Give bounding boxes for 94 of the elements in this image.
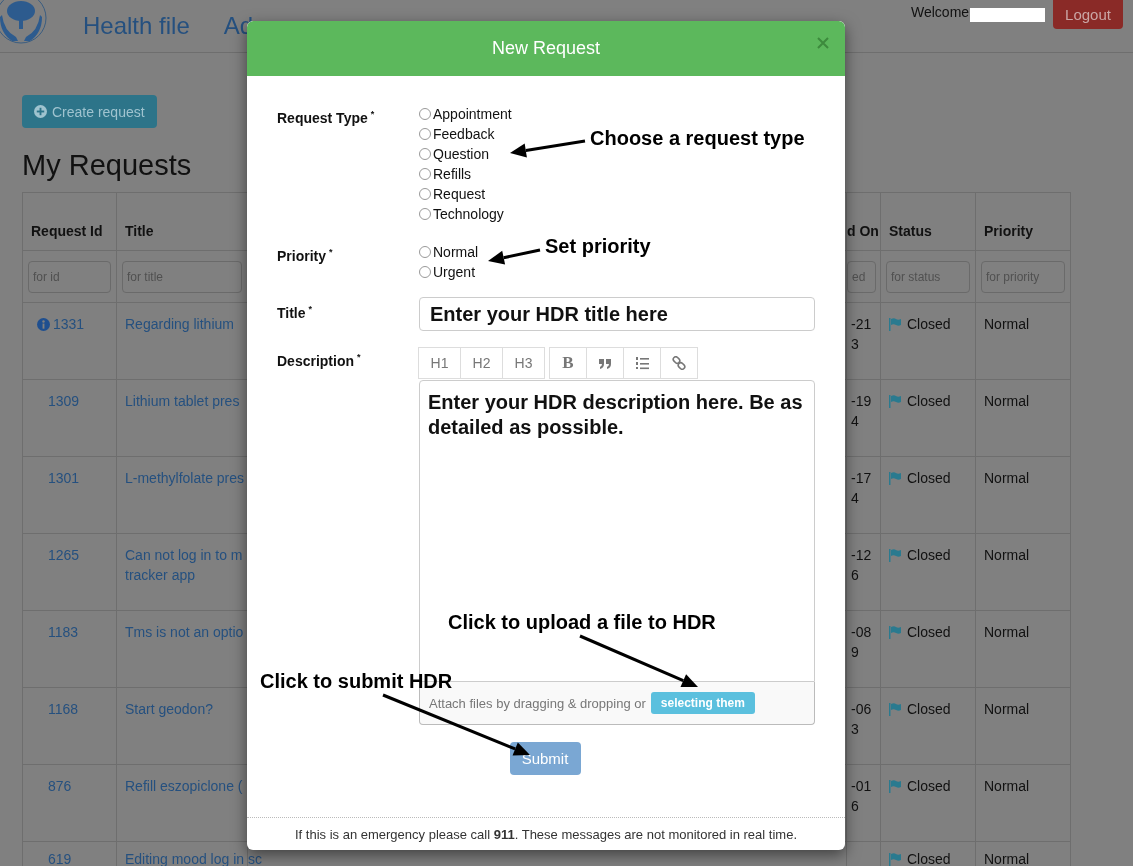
link-icon [672,356,686,370]
dialog-title: New Request [491,38,601,59]
heading-button[interactable]: H2 [460,347,503,379]
date-fragment: -12 [851,546,872,565]
request-title-link[interactable]: Editing mood log in sc [125,852,262,866]
radio-option[interactable]: Feedback [419,124,495,144]
select-files-button[interactable]: selecting them [650,692,755,714]
logo-icon [0,0,48,45]
radio-option[interactable]: Technology [419,204,504,224]
request-id[interactable]: 619 [48,852,72,866]
page-heading: My Requests [22,148,192,183]
request-title-link[interactable]: Can not log in to m [125,545,243,565]
radio-option[interactable]: Request [419,184,486,204]
field-label: Priority $^{*}$ [277,246,334,266]
request-title-link[interactable]: Start geodon? [125,699,213,719]
list-icon [635,356,649,370]
date-fragment: 3 [851,720,859,739]
annotation-text: Click to upload a file to HDR [448,611,716,634]
link-button[interactable] [660,347,698,379]
status-text: Closed [907,700,951,719]
priority-text: Normal [984,623,1030,642]
request-id[interactable]: 1168 [48,699,79,719]
status-text: Closed [907,315,951,334]
flag-icon [889,852,902,866]
request-id[interactable]: 1331 [53,314,85,334]
field-label: Request Type $^{*}$ [277,108,376,128]
date-fragment: -19 [851,392,872,411]
flag-icon [889,779,902,793]
priority-text: Normal [984,392,1030,411]
plus-circle-icon [34,105,47,118]
request-title-link[interactable]: tracker app [125,565,196,585]
flag-icon [889,625,902,639]
create-request-button[interactable]: Create request [22,95,157,128]
request-id[interactable]: 1183 [48,622,79,642]
column-header: Title [125,223,154,239]
flag-icon [889,471,902,485]
column-header: Request Id [31,223,103,239]
date-fragment: -17 [851,469,872,488]
priority-text: Normal [984,700,1030,719]
column-header: d On [847,223,879,239]
annotation-arrow [488,248,541,265]
annotation-text: Choose a request type [590,127,805,150]
quote-button[interactable] [586,347,624,379]
logout-button[interactable]: Logout [1053,0,1123,29]
annotation-text: Set priority [545,235,651,258]
status-text: Closed [907,469,951,488]
priority-text: Normal [984,469,1030,488]
field-label: Title $^{*}$ [277,303,314,323]
request-id[interactable]: 876 [48,776,72,796]
heading-button[interactable]: H3 [502,347,545,379]
radio-option[interactable]: Urgent [419,262,476,282]
priority-text: Normal [984,777,1030,796]
radio-option[interactable]: Refills [419,164,472,184]
emergency-notice: If this is an emergency please call 911. These messages are not monitored in real time. [295,826,797,842]
submit-button[interactable]: Submit [509,742,581,775]
date-fragment: 6 [851,566,859,585]
title-field[interactable]: Enter your HDR title here [419,297,815,331]
radio-option[interactable]: Question [419,144,490,164]
date-fragment: -06 [851,700,872,719]
status-text: Closed [907,392,951,411]
date-fragment: 3 [851,335,859,354]
priority-text: Normal [984,315,1030,334]
bold-button[interactable]: B [549,347,587,379]
date-fragment: 4 [851,412,859,431]
flag-icon [889,702,902,716]
heading-button[interactable]: H1 [418,347,461,379]
date-fragment: -21 [851,315,872,334]
field-label: Description $^{*}$ [277,351,362,371]
date-fragment: 4 [851,489,859,508]
request-id[interactable]: 1309 [48,391,80,411]
list-button[interactable] [623,347,661,379]
quote-icon [598,356,612,370]
column-header: Status [889,223,932,239]
date-fragment: -01 [851,777,872,796]
status-text: Closed [907,546,951,565]
flag-icon [889,317,902,331]
date-fragment: 9 [851,643,859,662]
request-id[interactable]: 1265 [48,545,80,565]
date-fragment: 6 [851,797,859,816]
date-fragment: -08 [851,623,872,642]
status-text: Closed [907,623,951,642]
column-header: Priority [984,223,1033,239]
flag-icon [889,394,902,408]
priority-text: Normal [984,546,1030,565]
request-id[interactable]: 1301 [48,468,80,488]
priority-text: Normal [984,852,1030,866]
status-text: Closed [907,777,951,796]
radio-option[interactable]: Appointment [419,104,512,124]
attach-hint: Attach files by dragging & dropping or [429,695,646,711]
status-text: Closed [907,852,951,866]
nav-link[interactable]: Health file [83,12,190,40]
radio-option[interactable]: Normal [419,242,479,262]
flag-icon [889,548,902,562]
welcome-text: Welcome [911,4,970,20]
